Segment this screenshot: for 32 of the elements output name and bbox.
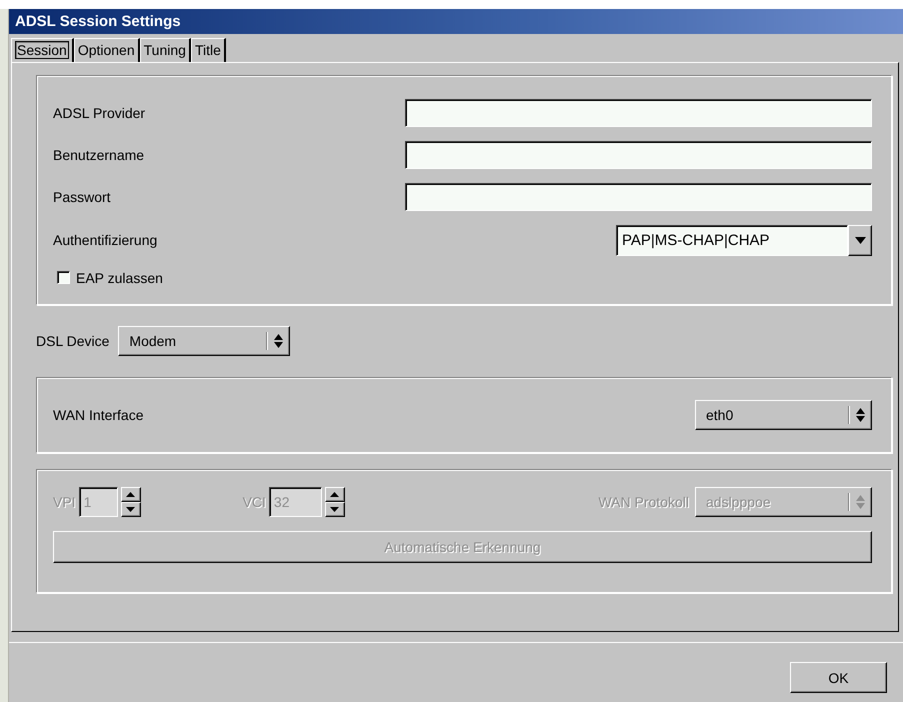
up-arrow-icon: [126, 492, 136, 497]
field-label: WAN Interface: [53, 407, 144, 423]
checkbox[interactable]: [57, 271, 70, 284]
combo-field[interactable]: PAP|MS-CHAP|CHAP: [616, 224, 848, 256]
up-down-arrows-icon: [274, 334, 284, 348]
tab[interactable]: Session: [11, 38, 74, 62]
up-down-arrows-icon: [856, 408, 865, 422]
window-title: ADSL Session Settings: [15, 13, 181, 30]
input-field[interactable]: [405, 98, 872, 126]
down-arrow-icon: [330, 507, 340, 512]
checkbox-label: EAP zulassen: [76, 270, 163, 286]
spin-label: VPI: [53, 494, 76, 510]
up-down-arrows-icon: [856, 495, 865, 509]
field-label: ADSL Provider: [53, 104, 146, 120]
caret-icon: [854, 236, 866, 244]
field-label: Authentifizierung: [53, 232, 158, 248]
field-label: Benutzername: [53, 146, 146, 162]
dropdown-button[interactable]: [848, 224, 872, 256]
field-label: WAN Protokoll: [598, 494, 689, 510]
down-arrow-icon: [126, 507, 136, 512]
input-field[interactable]: [405, 182, 872, 210]
up-arrow-icon: [330, 492, 340, 497]
option-menu[interactable]: eth0: [695, 400, 872, 430]
tab[interactable]: Optionen: [74, 38, 140, 62]
option-menu[interactable]: Modem: [118, 326, 290, 356]
spin-label: VCI: [242, 494, 266, 510]
ok-button[interactable]: OK: [790, 662, 887, 693]
field-label: Passwort: [53, 188, 112, 204]
tab[interactable]: Tuning: [140, 38, 191, 62]
tab[interactable]: Title: [190, 38, 226, 62]
field-label: DSL Device: [36, 333, 110, 349]
input-field[interactable]: [405, 140, 872, 168]
